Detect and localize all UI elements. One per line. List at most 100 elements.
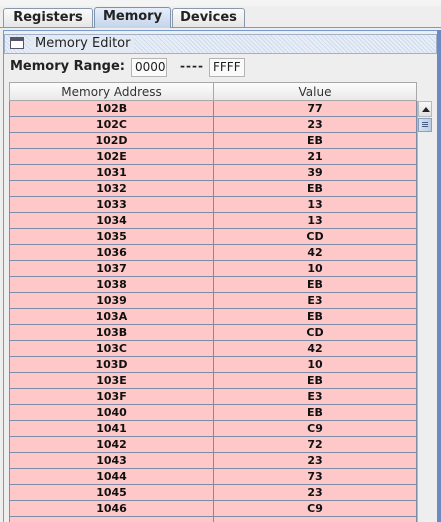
value-cell[interactable]: 23 [214, 485, 417, 501]
table-row[interactable] [9, 517, 417, 522]
value-cell[interactable]: C9 [214, 421, 417, 437]
table-row[interactable]: 1031 39 [9, 165, 417, 181]
table-body: 102B 77 102C 23 102D EB 102E 21 1031 39 1032 EB 1033… [9, 101, 417, 522]
value-cell[interactable]: EB [214, 133, 417, 149]
table-row[interactable]: 103A EB [9, 309, 417, 325]
address-cell[interactable]: 102D [9, 133, 214, 149]
table-row[interactable]: 1034 13 [9, 213, 417, 229]
address-cell[interactable]: 1034 [9, 213, 214, 229]
table-row[interactable]: 102B 77 [9, 101, 417, 117]
address-cell[interactable]: 1032 [9, 181, 214, 197]
value-cell[interactable]: 13 [214, 213, 417, 229]
table-row[interactable]: 103C 42 [9, 341, 417, 357]
range-start-field[interactable]: 0000 [131, 58, 167, 77]
value-cell[interactable] [214, 517, 417, 522]
value-cell[interactable]: 10 [214, 357, 417, 373]
value-cell[interactable]: 72 [214, 437, 417, 453]
range-end-field[interactable]: FFFF [209, 58, 245, 77]
tab-memory[interactable]: Memory [94, 7, 171, 28]
tab-registers[interactable]: Registers [3, 8, 93, 27]
value-cell[interactable]: 10 [214, 261, 417, 277]
scroll-up-arrow-icon[interactable] [418, 101, 432, 117]
table-row[interactable]: 103B CD [9, 325, 417, 341]
value-cell[interactable]: 73 [214, 469, 417, 485]
table-row[interactable]: 1044 73 [9, 469, 417, 485]
table-row[interactable]: 1042 72 [9, 437, 417, 453]
memory-table: Memory Address Value 102B 77 102C 23 102D EB 1… [9, 82, 417, 522]
address-cell[interactable]: 1043 [9, 453, 214, 469]
address-cell[interactable]: 1044 [9, 469, 214, 485]
table-row[interactable]: 1039 E3 [9, 293, 417, 309]
value-cell[interactable]: 21 [214, 149, 417, 165]
value-cell[interactable]: 23 [214, 117, 417, 133]
scrollbar-thumb[interactable] [418, 118, 432, 132]
address-cell[interactable]: 1046 [9, 501, 214, 517]
address-cell[interactable]: 102E [9, 149, 214, 165]
table-row[interactable]: 1043 23 [9, 453, 417, 469]
table-row[interactable]: 1032 EB [9, 181, 417, 197]
memory-range-bar: Memory Range: 0000 ---- FFFF [4, 56, 437, 80]
value-cell[interactable]: 42 [214, 341, 417, 357]
value-cell[interactable]: EB [214, 373, 417, 389]
address-cell[interactable] [9, 517, 214, 522]
tab-baseline [0, 27, 441, 28]
table-row[interactable]: 102D EB [9, 133, 417, 149]
address-cell[interactable]: 1038 [9, 277, 214, 293]
address-cell[interactable]: 1036 [9, 245, 214, 261]
internal-frame-titlebar[interactable]: Memory Editor [4, 34, 437, 54]
address-cell[interactable]: 1031 [9, 165, 214, 181]
address-cell[interactable]: 1033 [9, 197, 214, 213]
tab-devices[interactable]: Devices [172, 8, 245, 27]
table-row[interactable]: 1040 EB [9, 405, 417, 421]
address-cell[interactable]: 102C [9, 117, 214, 133]
address-cell[interactable]: 1039 [9, 293, 214, 309]
column-header-address[interactable]: Memory Address [9, 83, 214, 101]
table-row[interactable]: 1035 CD [9, 229, 417, 245]
address-cell[interactable]: 1045 [9, 485, 214, 501]
address-cell[interactable]: 103D [9, 357, 214, 373]
table-row[interactable]: 1036 42 [9, 245, 417, 261]
table-row[interactable]: 1046 C9 [9, 501, 417, 517]
value-cell[interactable]: EB [214, 405, 417, 421]
value-cell[interactable]: EB [214, 309, 417, 325]
window-icon [10, 37, 24, 49]
address-cell[interactable]: 1035 [9, 229, 214, 245]
table-row[interactable]: 103F E3 [9, 389, 417, 405]
address-cell[interactable]: 102B [9, 101, 214, 117]
value-cell[interactable]: E3 [214, 293, 417, 309]
address-cell[interactable]: 103E [9, 373, 214, 389]
address-cell[interactable]: 103F [9, 389, 214, 405]
value-cell[interactable]: 39 [214, 165, 417, 181]
tab-bar: Registers Memory Devices [0, 6, 441, 28]
table-row[interactable]: 102E 21 [9, 149, 417, 165]
table-row[interactable]: 1045 23 [9, 485, 417, 501]
address-cell[interactable]: 103A [9, 309, 214, 325]
vertical-scrollbar[interactable] [417, 101, 432, 522]
value-cell[interactable]: EB [214, 181, 417, 197]
value-cell[interactable]: 23 [214, 453, 417, 469]
value-cell[interactable]: 77 [214, 101, 417, 117]
table-row[interactable]: 103E EB [9, 373, 417, 389]
address-cell[interactable]: 1040 [9, 405, 214, 421]
value-cell[interactable]: CD [214, 229, 417, 245]
value-cell[interactable]: E3 [214, 389, 417, 405]
table-row[interactable]: 1037 10 [9, 261, 417, 277]
column-header-value[interactable]: Value [214, 83, 417, 101]
value-cell[interactable]: 42 [214, 245, 417, 261]
address-cell[interactable]: 103B [9, 325, 214, 341]
value-cell[interactable]: C9 [214, 501, 417, 517]
table-row[interactable]: 1033 13 [9, 197, 417, 213]
address-cell[interactable]: 1042 [9, 437, 214, 453]
value-cell[interactable]: CD [214, 325, 417, 341]
table-row[interactable]: 1041 C9 [9, 421, 417, 437]
table-row[interactable]: 102C 23 [9, 117, 417, 133]
address-cell[interactable]: 103C [9, 341, 214, 357]
value-cell[interactable]: 13 [214, 197, 417, 213]
frame-right-edge [437, 30, 441, 522]
table-row[interactable]: 103D 10 [9, 357, 417, 373]
address-cell[interactable]: 1041 [9, 421, 214, 437]
table-header: Memory Address Value [9, 82, 417, 101]
address-cell[interactable]: 1037 [9, 261, 214, 277]
value-cell[interactable]: EB [214, 277, 417, 293]
table-row[interactable]: 1038 EB [9, 277, 417, 293]
